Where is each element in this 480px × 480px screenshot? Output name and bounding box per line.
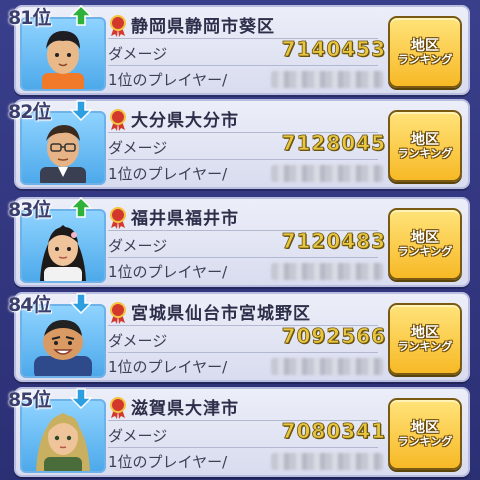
button-label-line1: 地区 — [411, 131, 439, 148]
ranking-row: 83位 福井県福井市 ダメージ 7120483 1位のプレイヤー/ 地区 ランキ… — [8, 197, 470, 287]
damage-value: 7092566 — [281, 324, 386, 349]
damage-label: ダメージ — [108, 139, 168, 157]
button-label-line2: ランキング — [397, 339, 453, 353]
top-player-label: 1位のプレイヤー/ — [108, 165, 228, 183]
button-label-line2: ランキング — [397, 434, 453, 448]
rank-up-arrow-icon — [70, 197, 92, 218]
damage-value: 7120483 — [281, 229, 386, 254]
rank-up-arrow-icon — [70, 5, 92, 26]
ranking-row: 84位 宮城県仙台市宮城野区 ダメージ 7092566 1位のプレイヤー/ 地区… — [8, 292, 470, 382]
rank-down-arrow-icon — [70, 293, 92, 314]
button-label-line1: 地区 — [411, 324, 439, 341]
damage-label: ダメージ — [108, 237, 168, 255]
divider — [108, 352, 378, 353]
divider — [108, 447, 378, 448]
region-name: 大分県大分市 — [131, 111, 239, 131]
medal-icon — [110, 397, 126, 419]
damage-label: ダメージ — [108, 45, 168, 63]
button-label-line1: 地区 — [411, 419, 439, 436]
medal-icon — [110, 15, 126, 37]
region-name: 滋賀県大津市 — [131, 399, 239, 419]
divider — [108, 159, 378, 160]
button-label-line2: ランキング — [397, 146, 453, 160]
region-ranking-button[interactable]: 地区 ランキング — [388, 398, 462, 470]
divider — [108, 257, 378, 258]
region-ranking-button[interactable]: 地区 ランキング — [388, 208, 462, 280]
button-label-line1: 地区 — [411, 37, 439, 54]
button-label-line2: ランキング — [397, 244, 453, 258]
region-name: 静岡県静岡市葵区 — [131, 17, 275, 37]
rank-label: 82位 — [8, 101, 51, 123]
button-label-line1: 地区 — [411, 229, 439, 246]
damage-label: ダメージ — [108, 427, 168, 445]
top-player-name-redacted — [271, 453, 383, 470]
top-player-label: 1位のプレイヤー/ — [108, 263, 228, 281]
medal-icon — [110, 302, 126, 324]
top-player-name-redacted — [271, 263, 383, 280]
button-label-line2: ランキング — [397, 52, 453, 66]
ranking-row: 81位 静岡県静岡市葵区 ダメージ 7140453 1位のプレイヤー/ 地区 ラ… — [8, 5, 470, 95]
rank-label: 81位 — [8, 7, 51, 29]
medal-icon — [110, 109, 126, 131]
ranking-row: 85位 滋賀県大津市 ダメージ 7080341 1位のプレイヤー/ 地区 ランキ… — [8, 387, 470, 477]
region-ranking-button[interactable]: 地区 ランキング — [388, 16, 462, 88]
damage-value: 7140453 — [281, 37, 386, 62]
region-ranking-button[interactable]: 地区 ランキング — [388, 110, 462, 182]
ranking-row: 82位 大分県大分市 ダメージ 7128045 1位のプレイヤー/ 地区 ランキ… — [8, 99, 470, 189]
top-player-label: 1位のプレイヤー/ — [108, 71, 228, 89]
top-player-name-redacted — [271, 358, 383, 375]
rank-label: 85位 — [8, 389, 51, 411]
top-player-label: 1位のプレイヤー/ — [108, 358, 228, 376]
damage-value: 7080341 — [281, 419, 386, 444]
rank-label: 84位 — [8, 294, 51, 316]
rank-down-arrow-icon — [70, 388, 92, 409]
divider — [108, 65, 378, 66]
rank-label: 83位 — [8, 199, 51, 221]
top-player-name-redacted — [271, 165, 383, 182]
region-name: 福井県福井市 — [131, 209, 239, 229]
top-player-name-redacted — [271, 71, 383, 88]
medal-icon — [110, 207, 126, 229]
damage-label: ダメージ — [108, 332, 168, 350]
rank-down-arrow-icon — [70, 100, 92, 121]
damage-value: 7128045 — [281, 131, 386, 156]
region-ranking-button[interactable]: 地区 ランキング — [388, 303, 462, 375]
top-player-label: 1位のプレイヤー/ — [108, 453, 228, 471]
region-name: 宮城県仙台市宮城野区 — [131, 304, 311, 324]
